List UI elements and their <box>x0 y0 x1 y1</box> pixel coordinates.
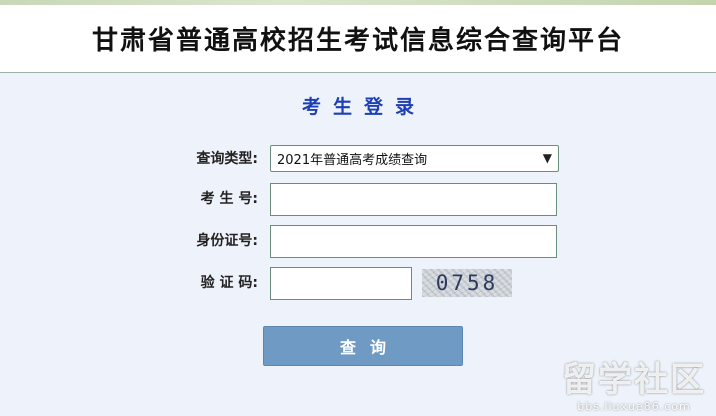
query-type-selected-value: 2021年普通高考成绩查询 <box>277 153 428 168</box>
exam-number-input[interactable] <box>270 183 557 216</box>
submit-query-button[interactable]: 查询 <box>263 326 463 366</box>
query-type-select[interactable]: 2021年普通高考成绩查询 ▼ <box>270 145 559 172</box>
query-type-label: 查询类型: <box>196 151 258 167</box>
captcha-row: 验 证 码: 0758 <box>0 267 716 300</box>
page-header: 甘肃省普通高校招生考试信息综合查询平台 <box>0 5 716 73</box>
watermark-logo: 留学社区 bbs.liuxue86.com <box>562 360 706 413</box>
id-number-label: 身份证号: <box>196 233 258 249</box>
exam-number-label: 考 生 号: <box>200 191 258 207</box>
page-title: 甘肃省普通高校招生考试信息综合查询平台 <box>91 26 624 56</box>
captcha-label: 验 证 码: <box>200 275 258 291</box>
watermark-text: 留学社区 <box>562 360 706 400</box>
chevron-down-icon: ▼ <box>542 151 552 165</box>
login-title: 考生登录 <box>301 96 426 118</box>
query-type-row: 查询类型: 2021年普通高考成绩查询 ▼ <box>0 143 716 175</box>
captcha-input[interactable] <box>270 267 412 300</box>
watermark-url: bbs.liuxue86.com <box>577 400 691 413</box>
id-number-input[interactable] <box>270 225 557 258</box>
id-number-row: 身份证号: <box>0 225 716 258</box>
captcha-image[interactable]: 0758 <box>422 269 512 297</box>
exam-number-row: 考 生 号: <box>0 183 716 216</box>
